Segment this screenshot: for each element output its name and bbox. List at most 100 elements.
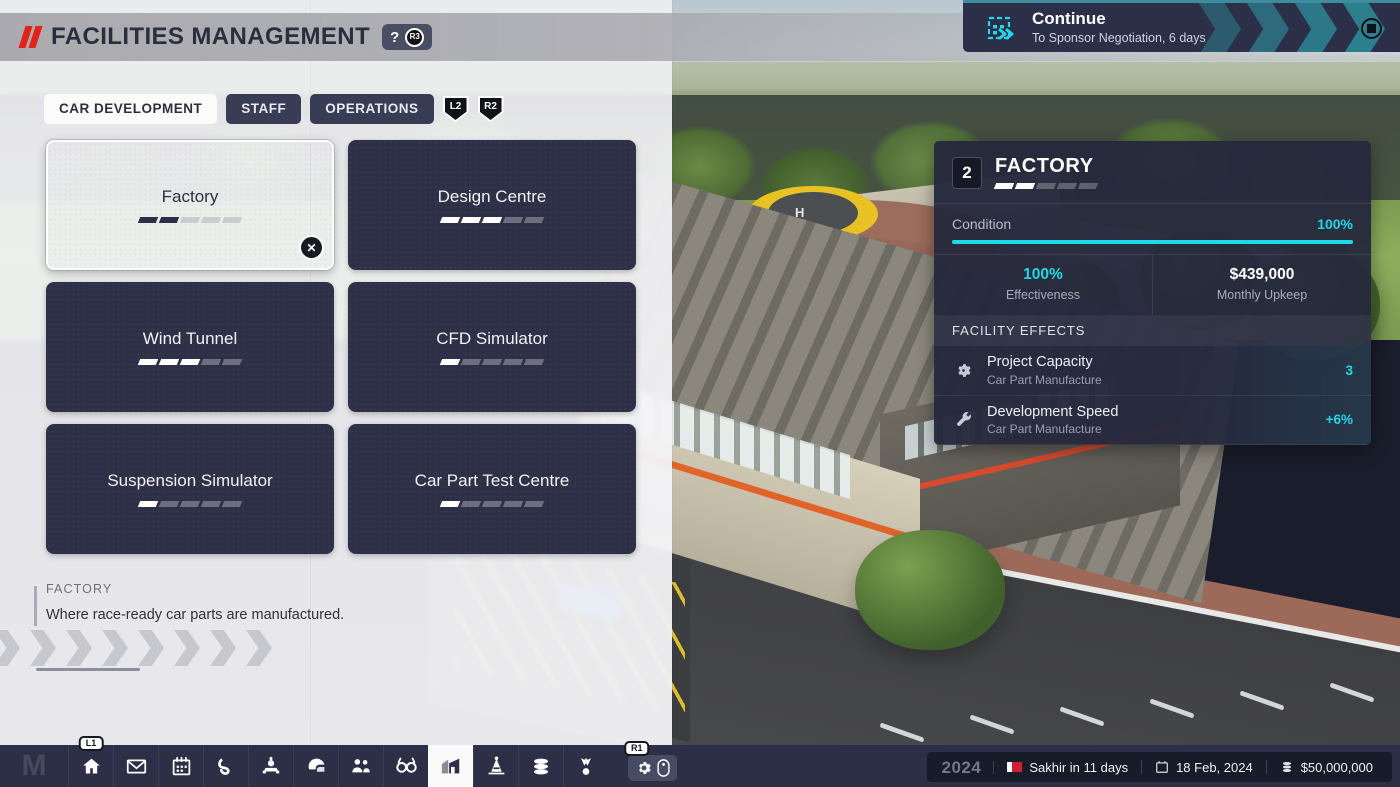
sidebar-item-facilities[interactable] bbox=[428, 745, 473, 787]
facility-card-cfd-simulator[interactable]: CFD Simulator bbox=[348, 282, 636, 412]
stat-effectiveness: 100% Effectiveness bbox=[934, 255, 1152, 315]
sidebar-item-calendar[interactable] bbox=[158, 745, 203, 787]
continue-banner[interactable]: Continue To Sponsor Negotiation, 6 days bbox=[963, 0, 1400, 52]
sidebar-item-staff[interactable] bbox=[338, 745, 383, 787]
description-body: Where race-ready car parts are manufactu… bbox=[46, 606, 345, 623]
bumper-l2-icon[interactable]: L2 bbox=[442, 96, 469, 122]
bumper-r1-icon: R1 bbox=[624, 741, 650, 756]
season-year: 2024 bbox=[941, 757, 982, 777]
sidebar-item-car-setup[interactable] bbox=[248, 745, 293, 787]
effect-value: +6% bbox=[1325, 412, 1353, 427]
team-logo: M bbox=[21, 749, 47, 782]
effect-subtitle: Car Part Manufacture bbox=[987, 372, 1102, 387]
effect-name: Project Capacity bbox=[987, 354, 1093, 370]
continue-title: Continue bbox=[1032, 9, 1106, 29]
effect-row-project-capacity: Project Capacity Car Part Manufacture 3 bbox=[934, 346, 1371, 396]
r3-button-icon: R3 bbox=[405, 27, 425, 47]
facility-name: Suspension Simulator bbox=[107, 470, 273, 490]
effect-value: 3 bbox=[1345, 362, 1353, 378]
facility-description: FACTORY Where race-ready car parts are m… bbox=[34, 582, 606, 626]
sidebar-item-standings[interactable] bbox=[563, 745, 608, 787]
effect-row-development-speed: Development Speed Car Part Manufacture +… bbox=[934, 395, 1371, 445]
date-label: 18 Feb, 2024 bbox=[1176, 759, 1253, 775]
facility-card-car-part-test-centre[interactable]: Car Part Test Centre bbox=[348, 424, 636, 554]
balance-label: $50,000,000 bbox=[1300, 759, 1373, 775]
accessibility-icon bbox=[657, 759, 670, 777]
facility-name: Wind Tunnel bbox=[142, 328, 238, 348]
stat-label: Monthly Upkeep bbox=[1216, 287, 1308, 302]
tab-operations[interactable]: OPERATIONS bbox=[310, 94, 434, 124]
facility-card-design-centre[interactable]: Design Centre bbox=[348, 140, 636, 270]
double-slash-logo bbox=[18, 26, 43, 48]
wrench-icon bbox=[952, 410, 974, 429]
close-icon[interactable]: ✕ bbox=[301, 237, 322, 258]
help-question-icon: ? bbox=[390, 28, 400, 46]
facility-name: Factory bbox=[161, 186, 219, 206]
condition-value: 100% bbox=[1317, 216, 1353, 232]
tree bbox=[855, 530, 1005, 650]
calendar-forward-icon bbox=[985, 12, 1019, 44]
stat-value: $439,000 bbox=[1229, 266, 1295, 283]
bumper-l1-icon: L1 bbox=[78, 736, 104, 751]
facility-card-wind-tunnel[interactable]: Wind Tunnel bbox=[46, 282, 334, 412]
detail-level-bar bbox=[993, 183, 1099, 189]
sidebar-item-finance[interactable] bbox=[518, 745, 563, 787]
tab-staff[interactable]: STAFF bbox=[226, 94, 302, 124]
finance-icon bbox=[1282, 761, 1291, 773]
detail-stats: 100% Effectiveness $439,000 Monthly Upke… bbox=[934, 255, 1371, 315]
bumper-r2-icon[interactable]: R2 bbox=[477, 96, 504, 122]
balance: $50,000,000 bbox=[1265, 759, 1386, 775]
facility-card-factory[interactable]: Factory ✕ bbox=[46, 140, 334, 270]
sidebar-item-inbox[interactable] bbox=[113, 745, 158, 787]
gear-icon bbox=[952, 361, 974, 380]
sidebar-item-scouting[interactable] bbox=[383, 745, 428, 787]
effect-subtitle: Car Part Manufacture bbox=[987, 422, 1102, 436]
continue-confirm-button[interactable] bbox=[1361, 18, 1382, 39]
sidebar-item-circuit[interactable] bbox=[203, 745, 248, 787]
facility-level-bar bbox=[137, 216, 243, 223]
page-title: FACILITIES MANAGEMENT bbox=[51, 23, 371, 50]
facility-card-grid: Factory ✕ Design Centre Wind Tunnel CFD … bbox=[46, 140, 636, 566]
sidebar-item-drivers[interactable] bbox=[293, 745, 338, 787]
help-button[interactable]: ? R3 bbox=[382, 24, 433, 50]
condition-bar-track bbox=[952, 240, 1353, 244]
level-badge: 2 bbox=[952, 156, 982, 189]
condition-label: Condition bbox=[952, 216, 1012, 232]
facility-effects-header: FACILITY EFFECTS bbox=[934, 315, 1371, 346]
facility-name: Design Centre bbox=[437, 186, 547, 206]
settings-button[interactable]: R1 bbox=[624, 741, 677, 781]
facility-name: CFD Simulator bbox=[436, 328, 548, 348]
bahrain-flag-icon bbox=[1007, 762, 1023, 772]
facility-level-bar bbox=[439, 216, 545, 223]
condition-block: Condition 100% bbox=[934, 204, 1371, 254]
stat-value: 100% bbox=[1023, 266, 1063, 283]
detail-header: 2 FACTORY bbox=[934, 141, 1371, 203]
facility-level-bar bbox=[137, 500, 243, 507]
facility-card-suspension-simulator[interactable]: Suspension Simulator bbox=[46, 424, 334, 554]
stat-label: Effectiveness bbox=[1005, 287, 1081, 302]
calendar-icon bbox=[1156, 761, 1168, 773]
facility-level-bar bbox=[137, 358, 243, 365]
detail-title: FACTORY bbox=[995, 155, 1094, 177]
status-bar: 2024 Sakhir in 11 days 18 Feb, 2024 $50,… bbox=[927, 752, 1392, 782]
next-race-label: Sakhir in 11 days bbox=[1029, 759, 1129, 775]
description-title: FACTORY bbox=[46, 582, 113, 596]
next-race[interactable]: Sakhir in 11 days bbox=[993, 759, 1141, 775]
current-date: 18 Feb, 2024 bbox=[1141, 760, 1266, 774]
sidebar-item-home[interactable]: L1 bbox=[68, 736, 113, 787]
facility-name: Car Part Test Centre bbox=[414, 470, 570, 490]
taskbar: M L1 R1 2024 Sakhir in 11 days 18 Feb, 2… bbox=[0, 736, 1400, 787]
tab-bar: CAR DEVELOPMENT STAFF OPERATIONS L2 R2 bbox=[44, 94, 504, 124]
stat-monthly-upkeep: $439,000 Monthly Upkeep bbox=[1152, 255, 1371, 315]
sidebar-item-practice[interactable] bbox=[473, 745, 518, 787]
facility-level-bar bbox=[439, 358, 545, 365]
divider bbox=[36, 668, 140, 671]
gear-icon bbox=[639, 762, 651, 774]
facility-level-bar bbox=[439, 500, 545, 507]
facilities-management-screen: H FACILITIES MANAGEMENT ? R3 CAR DEVELOP… bbox=[0, 0, 1400, 787]
tab-car-development[interactable]: CAR DEVELOPMENT bbox=[44, 94, 218, 124]
facility-detail-panel: 2 FACTORY Condition 100% 100% Effectiven… bbox=[934, 141, 1371, 445]
effect-name: Development Speed bbox=[987, 403, 1119, 420]
continue-subtitle: To Sponsor Negotiation, 6 days bbox=[1032, 31, 1206, 46]
condition-bar-fill bbox=[952, 240, 1353, 244]
